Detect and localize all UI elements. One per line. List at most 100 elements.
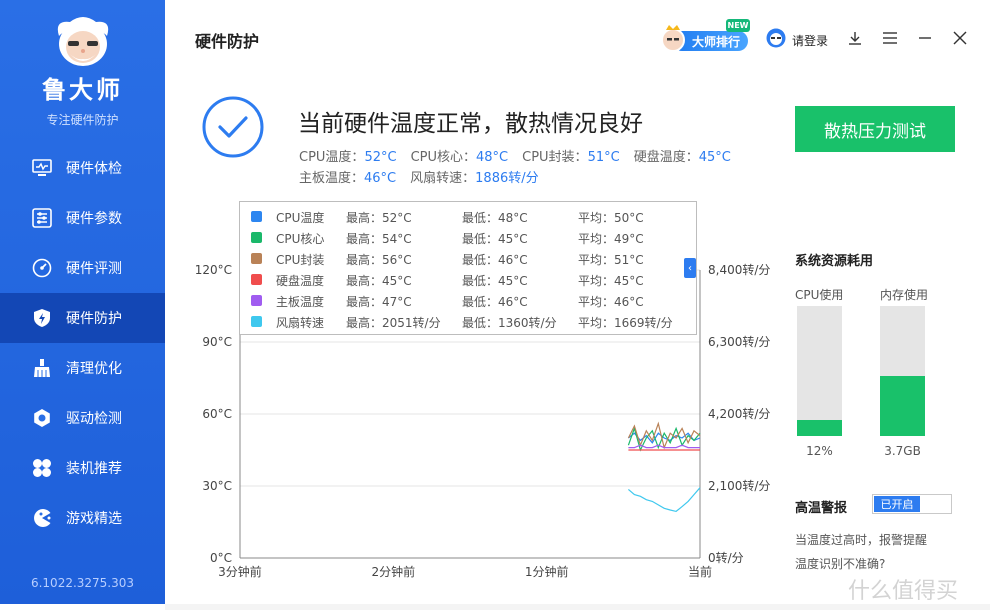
- alarm-description: 当温度过高时，报警提醒: [795, 533, 928, 547]
- legend-min: 最低：45°C: [462, 232, 528, 246]
- reading-label: CPU核心：: [410, 150, 476, 165]
- legend-min: 最低：46°C: [462, 253, 528, 267]
- legend-series-name: 硬盘温度: [276, 274, 325, 288]
- brand-name: 鲁大师: [42, 76, 123, 104]
- y-right-tick-label: 2,100转/分: [708, 478, 770, 493]
- legend-min: 最低：48°C: [462, 211, 528, 225]
- legend-swatch: [251, 211, 262, 222]
- sidebar-item-cleanup[interactable]: 清理优化: [0, 343, 165, 393]
- sidebar-item-hardware-protection[interactable]: 硬件防护: [0, 293, 165, 343]
- fan-speed-value: 1886转/分: [475, 171, 539, 186]
- sidebar-item-hardware-params[interactable]: 硬件参数: [0, 193, 165, 243]
- legend-collapse-button[interactable]: ‹: [684, 258, 696, 278]
- fan-icon: [32, 458, 52, 478]
- cpu-usage-label: CPU使用: [795, 288, 844, 302]
- login-label: 请登录: [792, 33, 829, 48]
- sidebar-item-label: 清理优化: [66, 361, 122, 377]
- x-tick-label: 2分钟前: [372, 564, 416, 579]
- y-left-tick-label: 60°C: [202, 407, 232, 421]
- resource-usage-title: 系统资源耗用: [795, 254, 874, 269]
- monitor-check-icon: [32, 158, 52, 178]
- download-icon: [849, 32, 861, 45]
- sidebar-item-label: 硬件体检: [66, 161, 122, 177]
- user-avatar-icon: [766, 28, 786, 52]
- trophy-avatar-icon: [660, 24, 686, 52]
- title-bar: 硬件防护: [165, 0, 990, 78]
- speedometer-icon: [32, 258, 52, 278]
- sidebar-item-game-picks[interactable]: 游戏精选: [0, 493, 165, 543]
- sidebar-nav: 硬件体检 硬件参数 硬件评测 硬件防护 清理优化 驱动检测 装机推荐 游戏精选: [0, 143, 165, 543]
- cpu-core-value: 48°C: [476, 150, 509, 165]
- legend-avg: 平均：1669转/分: [578, 316, 673, 330]
- legend-series-name: CPU核心: [276, 232, 325, 246]
- memory-usage-fill: [880, 376, 925, 436]
- legend-min: 最低：46°C: [462, 295, 528, 309]
- window-bottom-edge: [165, 604, 990, 610]
- menu-button[interactable]: [880, 28, 900, 48]
- new-badge: NEW: [726, 19, 750, 32]
- legend-row: CPU核心 最高：54°C 最低：45°C 平均：49°C: [240, 227, 696, 248]
- legend-max: 最高：47°C: [346, 295, 412, 309]
- legend-avg: 平均：45°C: [578, 274, 644, 288]
- sidebar-item-build-recommend[interactable]: 装机推荐: [0, 443, 165, 493]
- sidebar-item-label: 硬件评测: [66, 261, 122, 277]
- legend-row: 硬盘温度 最高：45°C 最低：45°C 平均：45°C: [240, 269, 696, 290]
- cpu-usage-bar: [797, 306, 842, 436]
- reading-label: 风扇转速：: [410, 171, 476, 186]
- disk-temp-value: 45°C: [698, 150, 731, 165]
- legend-max: 最高：54°C: [346, 232, 412, 246]
- reading-label: 主板温度：: [299, 171, 365, 186]
- legend-avg: 平均：46°C: [578, 295, 644, 309]
- status-ok-check-icon: [202, 96, 264, 158]
- cpu-package-value: 51°C: [587, 150, 620, 165]
- reading-label: CPU温度：: [299, 150, 365, 165]
- legend-row: CPU温度 最高：52°C 最低：48°C 平均：50°C: [240, 206, 696, 227]
- memory-usage-value: 3.7GB: [884, 444, 921, 458]
- close-button[interactable]: [950, 28, 970, 48]
- hamburger-menu-icon: [883, 32, 897, 44]
- memory-usage-bar: [880, 306, 925, 436]
- reading-label: CPU封装：: [522, 150, 588, 165]
- minimize-button[interactable]: [915, 28, 935, 48]
- chevron-left-icon: ‹: [688, 262, 692, 274]
- reading-label: 硬盘温度：: [633, 150, 699, 165]
- sidebar-item-hardware-check[interactable]: 硬件体检: [0, 143, 165, 193]
- login-button[interactable]: 请登录: [766, 28, 828, 52]
- legend-min: 最低：45°C: [462, 274, 528, 288]
- legend-min: 最低：1360转/分: [462, 316, 557, 330]
- thermal-stress-test-button[interactable]: 散热压力测试: [795, 106, 955, 152]
- legend-series-name: CPU封装: [276, 253, 325, 267]
- cpu-usage-value: 12%: [806, 444, 833, 458]
- high-temp-alarm-toggle[interactable]: 已开启: [872, 494, 952, 514]
- app-version: 6.1022.3275.303: [30, 576, 135, 590]
- download-button[interactable]: [845, 28, 865, 48]
- gear-icon: [32, 408, 52, 428]
- legend-swatch: [251, 295, 262, 306]
- sidebar-item-label: 游戏精选: [66, 511, 122, 527]
- pacman-icon: [32, 508, 52, 528]
- y-left-tick-label: 90°C: [202, 335, 232, 349]
- y-right-tick-label: 4,200转/分: [708, 406, 770, 421]
- board-temp-value: 46°C: [364, 171, 397, 186]
- sidebar-item-label: 硬件防护: [66, 311, 122, 327]
- legend-swatch: [251, 232, 262, 243]
- brand-logo: 鲁大师 专注硬件防护: [0, 14, 165, 128]
- legend-row: CPU封装 最高：56°C 最低：46°C 平均：51°C: [240, 248, 696, 269]
- legend-row: 风扇转速 最高：2051转/分 最低：1360转/分 平均：1669转/分: [240, 311, 696, 332]
- legend-series-name: 风扇转速: [276, 316, 325, 330]
- chart-legend: CPU温度 最高：52°C 最低：48°C 平均：50°C CPU核心 最高：5…: [239, 201, 697, 335]
- temperature-readings-row-1: CPU温度：52°C CPU核心：48°C CPU封装：51°C 硬盘温度：45°C: [299, 146, 731, 165]
- legend-avg: 平均：49°C: [578, 232, 644, 246]
- cpu-temp-value: 52°C: [364, 150, 397, 165]
- sidebar-item-driver-check[interactable]: 驱动检测: [0, 393, 165, 443]
- cpu-usage-fill: [797, 420, 842, 436]
- sidebar-item-hardware-benchmark[interactable]: 硬件评测: [0, 243, 165, 293]
- high-temp-alarm-title: 高温警报: [795, 501, 848, 516]
- master-lu-logo-icon: [50, 14, 116, 68]
- x-tick-label: 3分钟前: [218, 564, 262, 579]
- shield-bolt-icon: [32, 308, 52, 328]
- legend-max: 最高：2051转/分: [346, 316, 441, 330]
- legend-series-name: 主板温度: [276, 295, 325, 309]
- temp-inaccurate-link[interactable]: 温度识别不准确?: [795, 555, 885, 572]
- memory-usage-label: 内存使用: [880, 288, 929, 302]
